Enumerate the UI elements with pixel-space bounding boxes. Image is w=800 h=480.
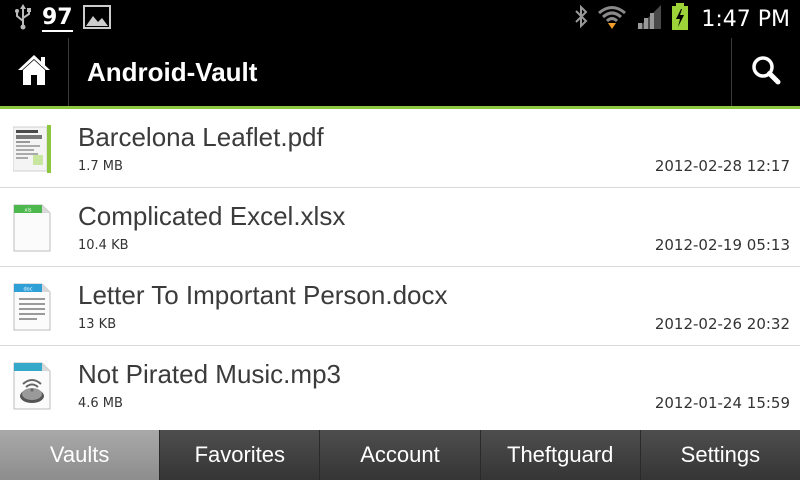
tab-account[interactable]: Account xyxy=(320,430,481,480)
svg-text:doc: doc xyxy=(24,287,33,293)
battery-charging-icon xyxy=(671,3,689,35)
file-list: Barcelona Leaflet.pdf 1.7 MB 2012-02-28 … xyxy=(0,109,800,430)
file-name: Letter To Important Person.docx xyxy=(78,280,448,310)
file-size: 4.6 MB xyxy=(78,396,123,411)
svg-text:xls: xls xyxy=(25,208,32,214)
file-name: Barcelona Leaflet.pdf xyxy=(78,122,324,152)
tab-settings[interactable]: Settings xyxy=(641,430,800,480)
bottom-tab-bar: Vaults Favorites Account Theftguard Sett… xyxy=(0,430,800,480)
list-item[interactable]: xls Complicated Excel.xlsx 10.4 KB 2012-… xyxy=(0,188,800,267)
usb-icon xyxy=(14,4,32,34)
home-icon xyxy=(16,53,52,91)
tab-vaults[interactable]: Vaults xyxy=(0,430,161,480)
file-date: 2012-02-19 05:13 xyxy=(654,236,790,254)
status-clock: 1:47 PM xyxy=(701,6,790,32)
file-size: 13 KB xyxy=(78,317,117,332)
mp3-file-icon xyxy=(13,362,51,410)
file-date: 2012-02-26 20:32 xyxy=(654,315,790,333)
list-item[interactable]: Barcelona Leaflet.pdf 1.7 MB 2012-02-28 … xyxy=(0,109,800,188)
action-bar: Android-Vault xyxy=(0,38,800,106)
search-button[interactable] xyxy=(732,38,800,106)
pdf-thumbnail-icon xyxy=(12,125,51,173)
file-size: 1.7 MB xyxy=(78,159,123,174)
home-button[interactable] xyxy=(0,38,68,106)
list-item[interactable]: Not Pirated Music.mp3 4.6 MB 2012-01-24 … xyxy=(0,346,800,430)
tab-theftguard[interactable]: Theftguard xyxy=(481,430,641,480)
signal-icon xyxy=(635,4,663,34)
status-bar: 97 1:47 PM xyxy=(0,0,800,38)
file-name: Complicated Excel.xlsx xyxy=(78,201,346,231)
file-date: 2012-02-28 12:17 xyxy=(654,157,790,175)
image-icon xyxy=(82,5,111,33)
xlsx-file-icon: xls xyxy=(13,204,51,252)
file-size: 10.4 KB xyxy=(78,238,129,253)
status-bar-notifications: 97 xyxy=(14,4,111,34)
docx-file-icon: doc xyxy=(13,283,51,331)
list-item[interactable]: doc Letter To Important Person.docx 13 K… xyxy=(0,267,800,346)
file-date: 2012-01-24 15:59 xyxy=(654,394,790,412)
bluetooth-icon xyxy=(573,4,589,34)
wifi-icon xyxy=(597,4,627,34)
action-bar-divider xyxy=(68,38,69,106)
search-icon xyxy=(751,55,781,89)
tab-favorites[interactable]: Favorites xyxy=(160,430,321,480)
app-title: Android-Vault xyxy=(87,57,258,87)
status-bar-system: 1:47 PM xyxy=(573,3,790,35)
file-name: Not Pirated Music.mp3 xyxy=(78,359,341,389)
notification-count: 97 xyxy=(42,4,73,32)
